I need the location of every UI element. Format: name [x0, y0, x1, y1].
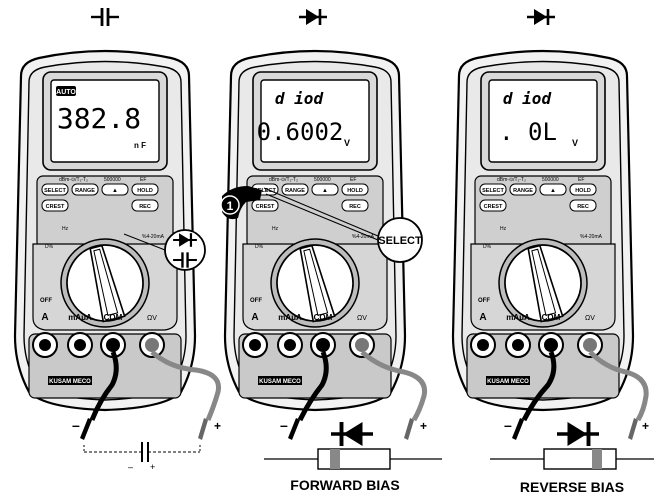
svg-text:%4-20mA: %4-20mA [580, 234, 603, 240]
svg-text:+: + [420, 419, 427, 433]
svg-text:SELECT: SELECT [378, 235, 422, 247]
lcd-top-text: d iod [503, 89, 552, 108]
diode-icon [297, 7, 329, 27]
svg-text:CREST: CREST [256, 204, 275, 210]
lcd-reading: 0.6002 [257, 118, 344, 146]
red-probe [198, 418, 208, 440]
svg-text:COM: COM [104, 313, 123, 322]
diode-icon [555, 420, 601, 448]
lcd-reading: . 0L [499, 118, 557, 146]
svg-text:D%: D% [255, 244, 264, 250]
multimeter-forward-bias: d iod 0.6002 V dBm-⊙/T₁-T₂ 500000 EF SEL… [220, 7, 442, 493]
svg-text:HOLD: HOLD [137, 188, 153, 194]
svg-text:A: A [251, 312, 258, 323]
svg-text:+: + [150, 462, 155, 472]
svg-text:REC: REC [577, 204, 589, 210]
svg-text:EF: EF [578, 177, 584, 183]
red-probe [628, 418, 638, 440]
lcd-tag: AUTO [56, 89, 76, 96]
svg-text:ΩV: ΩV [147, 315, 157, 322]
black-probe [80, 418, 92, 440]
svg-text:ΩV: ΩV [585, 315, 595, 322]
reverse-bias-label: REVERSE BIAS [520, 479, 624, 495]
svg-text:mAμA: mAμA [68, 313, 92, 322]
svg-text:500000: 500000 [542, 177, 559, 183]
svg-text:A: A [41, 312, 48, 323]
svg-text:EF: EF [140, 177, 146, 183]
svg-text:EF: EF [350, 177, 356, 183]
svg-text:–: – [504, 417, 512, 433]
svg-text:dBm-⊙/T₁-T₂: dBm-⊙/T₁-T₂ [59, 177, 88, 183]
svg-text:CREST: CREST [484, 204, 503, 210]
svg-text:Hz: Hz [272, 226, 279, 232]
svg-text:1: 1 [227, 199, 234, 213]
svg-text:D%: D% [45, 244, 54, 250]
svg-text:REC: REC [139, 204, 151, 210]
lcd-unit: n F [134, 141, 146, 150]
svg-text:dBm-⊙/T₁-T₂: dBm-⊙/T₁-T₂ [269, 177, 298, 183]
diode-icon [329, 420, 375, 448]
lcd-unit: V [344, 138, 350, 148]
lcd-reading: 382.8 [57, 102, 141, 135]
svg-text:HOLD: HOLD [347, 188, 363, 194]
svg-text:RANGE: RANGE [75, 188, 95, 194]
lcd-unit: V [572, 138, 578, 148]
svg-text:mAμA: mAμA [506, 313, 530, 322]
svg-text:D%: D% [483, 244, 492, 250]
svg-text:RANGE: RANGE [285, 188, 305, 194]
diode-under-test [264, 420, 442, 470]
forward-bias-label: FORWARD BIAS [290, 477, 399, 493]
svg-text:REC: REC [349, 204, 361, 210]
brand-name: KUSAM MECO [259, 379, 301, 385]
svg-text:500000: 500000 [314, 177, 331, 183]
capacitor-under-test: – + [83, 442, 201, 472]
svg-text:HOLD: HOLD [575, 188, 591, 194]
diode-icon [525, 7, 557, 27]
brand-name: KUSAM MECO [487, 379, 529, 385]
diode-under-test [490, 420, 654, 470]
multimeter-diagram: AUTO 382.8 n F dBm-⊙/T₁-T₂ 500000 EF SEL… [13, 6, 654, 495]
svg-text:dBm-⊙/T₁-T₂: dBm-⊙/T₁-T₂ [497, 177, 526, 183]
capacitor-icon [89, 6, 121, 28]
svg-text:▲: ▲ [550, 188, 556, 194]
svg-text:ΩV: ΩV [357, 315, 367, 322]
svg-text:–: – [128, 462, 133, 472]
svg-text:COM: COM [542, 313, 561, 322]
svg-text:+: + [642, 419, 649, 433]
svg-text:%4-20mA: %4-20mA [142, 234, 165, 240]
svg-text:OFF: OFF [250, 298, 262, 304]
multimeter-capacitance: AUTO 382.8 n F dBm-⊙/T₁-T₂ 500000 EF SEL… [13, 6, 222, 472]
svg-text:SELECT: SELECT [482, 188, 504, 194]
function-callout [164, 229, 206, 271]
svg-text:Hz: Hz [62, 226, 69, 232]
svg-text:▲: ▲ [322, 188, 328, 194]
red-probe [404, 418, 414, 440]
svg-text:–: – [72, 417, 80, 433]
lcd-top-text: d iod [275, 89, 324, 108]
svg-text:A: A [479, 312, 486, 323]
svg-text:SELECT: SELECT [44, 188, 66, 194]
svg-text:+: + [214, 419, 221, 433]
brand-name: KUSAM MECO [49, 379, 91, 385]
svg-text:RANGE: RANGE [513, 188, 533, 194]
black-probe [288, 418, 300, 440]
svg-text:–: – [280, 417, 288, 433]
svg-text:OFF: OFF [478, 298, 490, 304]
svg-text:Hz: Hz [500, 226, 507, 232]
svg-text:OFF: OFF [40, 298, 52, 304]
svg-text:COM: COM [314, 313, 333, 322]
svg-text:mAμA: mAμA [278, 313, 302, 322]
black-probe [512, 418, 524, 440]
svg-text:500000: 500000 [104, 177, 121, 183]
svg-text:CREST: CREST [46, 204, 65, 210]
svg-text:▲: ▲ [112, 188, 118, 194]
multimeter-reverse-bias: d iod . 0L V dBm-⊙/T₁-T₂ 500000 EF SELEC… [451, 7, 654, 495]
